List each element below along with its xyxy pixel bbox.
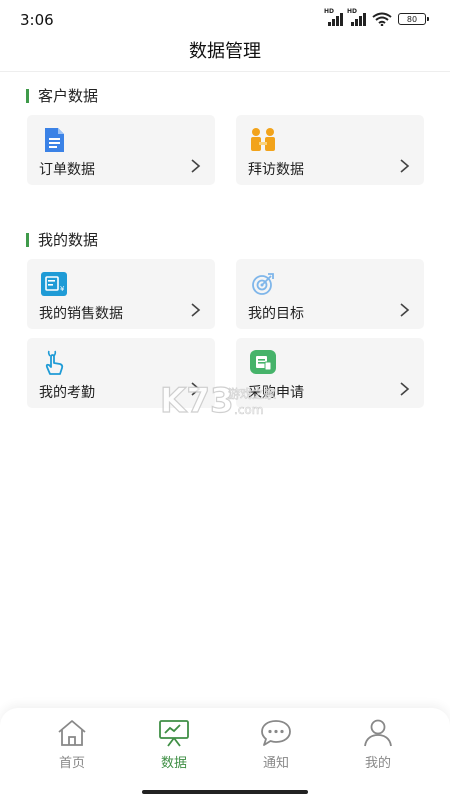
tap-hand-icon xyxy=(45,350,64,375)
tab-mine[interactable]: 我的 xyxy=(348,718,408,771)
bottom-tab-bar: 首页 数据 通知 我的 xyxy=(0,708,450,800)
section-title-text: 客户数据 xyxy=(38,87,99,105)
section-accent-bar xyxy=(26,232,29,247)
svg-text:游戏之家: 游戏之家 xyxy=(228,386,276,401)
section-title-mine: 我的数据 xyxy=(26,229,98,250)
target-icon xyxy=(252,273,274,295)
card-label: 拜访数据 xyxy=(248,162,304,178)
chevron-right-icon xyxy=(191,303,201,317)
presentation-icon xyxy=(159,720,189,747)
chevron-right-icon xyxy=(191,159,201,173)
person-icon xyxy=(364,719,392,747)
signal-icon-2: HD xyxy=(347,8,366,26)
card-visit-data[interactable]: 拜访数据 xyxy=(236,115,424,185)
battery-level: 80 xyxy=(406,14,418,24)
visit-icon xyxy=(251,128,275,151)
card-my-target[interactable]: 我的目标 xyxy=(236,259,424,329)
purchase-icon xyxy=(250,350,276,374)
home-icon xyxy=(58,720,86,746)
tab-label: 首页 xyxy=(58,756,85,771)
home-indicator[interactable] xyxy=(142,790,308,794)
sales-icon: ¥ xyxy=(41,272,67,296)
status-time: 3:06 xyxy=(20,11,54,29)
tab-home[interactable]: 首页 xyxy=(42,718,102,771)
card-order-data[interactable]: 订单数据 xyxy=(27,115,215,185)
page-title: 数据管理 xyxy=(0,36,450,72)
document-icon xyxy=(45,128,64,152)
section-accent-bar xyxy=(26,88,29,103)
wifi-icon xyxy=(372,12,392,26)
card-label: 我的目标 xyxy=(248,306,304,322)
watermark-logo: K73 游戏之家 .com xyxy=(160,380,276,420)
tab-label: 数据 xyxy=(160,756,187,771)
chevron-right-icon xyxy=(400,159,410,173)
card-my-sales-data[interactable]: ¥ 我的销售数据 xyxy=(27,259,215,329)
tab-notification[interactable]: 通知 xyxy=(246,718,306,771)
tab-data[interactable]: 数据 xyxy=(144,718,204,771)
battery-icon: 80 xyxy=(398,13,429,25)
status-bar: 3:06 HD HD 80 xyxy=(0,0,450,40)
svg-text:¥: ¥ xyxy=(60,285,65,293)
card-label: 订单数据 xyxy=(39,162,95,178)
status-icons: HD HD 80 xyxy=(324,8,429,26)
chevron-right-icon xyxy=(400,382,410,396)
card-label: 我的考勤 xyxy=(39,385,95,401)
svg-text:.com: .com xyxy=(234,403,263,417)
chevron-right-icon xyxy=(400,303,410,317)
section-title-customer: 客户数据 xyxy=(26,85,98,106)
svg-text:K73: K73 xyxy=(160,381,234,420)
section-title-text: 我的数据 xyxy=(38,231,99,249)
chat-bubble-icon xyxy=(261,720,291,746)
tab-label: 通知 xyxy=(262,756,289,771)
tab-label: 我的 xyxy=(364,756,391,771)
signal-icon: HD xyxy=(324,8,343,26)
card-label: 我的销售数据 xyxy=(39,306,123,322)
